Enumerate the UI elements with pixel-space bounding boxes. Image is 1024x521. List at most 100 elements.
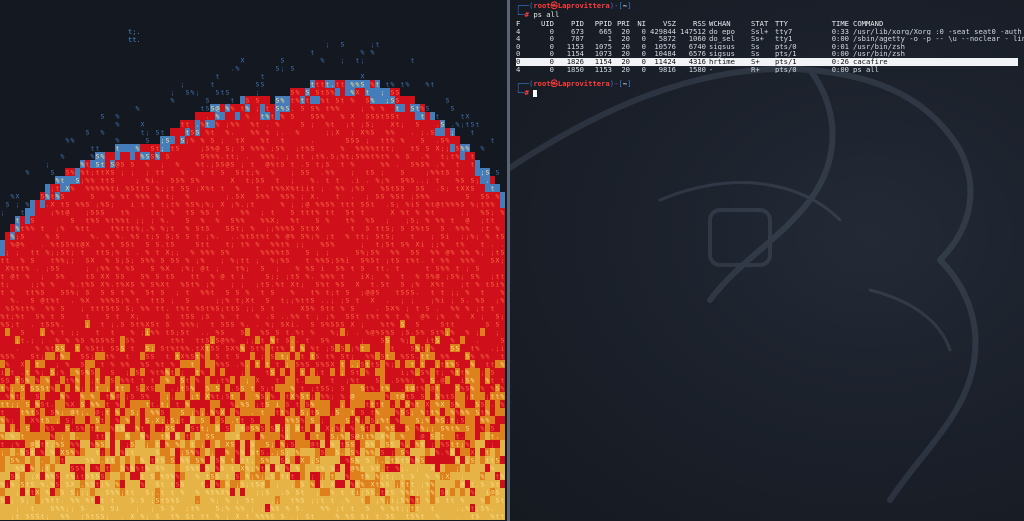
svg-text:;: ; [311, 473, 315, 481]
svg-text:t: t [96, 481, 100, 489]
svg-text:%: % [286, 465, 290, 473]
table-cell: 10484 [646, 50, 676, 58]
svg-text:t: t [1, 401, 5, 409]
svg-text:S: S [131, 409, 135, 417]
svg-text:S: S [66, 425, 70, 433]
svg-text:;: ; [251, 473, 255, 481]
svg-text:.: . [206, 329, 210, 337]
svg-text:;: ; [246, 201, 250, 209]
svg-text:t: t [276, 345, 280, 353]
svg-text:%: % [11, 353, 15, 361]
svg-text:S: S [121, 161, 125, 169]
svg-text:t: t [26, 369, 30, 377]
svg-text:%: % [76, 385, 80, 393]
svg-text:.: . [136, 249, 140, 257]
svg-text:S: S [61, 193, 65, 201]
svg-text:t: t [66, 377, 70, 385]
svg-text:%: % [36, 345, 40, 353]
svg-text:%: % [266, 249, 270, 257]
terminal-pane-right[interactable]: ┌──(root㉿Laprovittera)-[~] └─# ps all FU… [510, 0, 1024, 521]
svg-text:;: ; [211, 201, 215, 209]
svg-text:S: S [226, 393, 230, 401]
svg-text:%: % [261, 153, 265, 161]
svg-text:%: % [16, 225, 20, 233]
svg-text:t: t [236, 225, 240, 233]
svg-text:%: % [241, 505, 245, 513]
svg-text:%: % [111, 393, 115, 401]
table-cell: sigsus [706, 43, 751, 51]
svg-text:S: S [6, 321, 10, 329]
svg-text:S: S [206, 433, 210, 441]
svg-text:%: % [291, 233, 295, 241]
command-line[interactable]: └─# [516, 89, 1018, 98]
svg-text:%: % [291, 217, 295, 225]
pane-divider[interactable] [507, 0, 510, 521]
svg-text:%: % [246, 465, 250, 473]
svg-text:t: t [296, 153, 300, 161]
svg-text:@: @ [221, 337, 225, 345]
svg-text:S: S [156, 233, 160, 241]
table-cell: Ss+ [751, 35, 775, 43]
svg-text:S: S [131, 441, 135, 449]
svg-text:S: S [106, 201, 110, 209]
svg-text:%: % [286, 241, 290, 249]
svg-text:S: S [121, 241, 125, 249]
svg-text:t: t [151, 377, 155, 385]
svg-text:S: S [161, 505, 165, 513]
svg-text:;: ; [311, 497, 315, 505]
svg-text:t: t [271, 185, 275, 193]
svg-text:@: @ [226, 161, 230, 169]
svg-text:.: . [16, 449, 20, 457]
svg-text:%: % [26, 201, 30, 209]
svg-text:t: t [156, 297, 160, 305]
svg-text:%: % [271, 393, 275, 401]
table-cell: 20 [612, 28, 630, 36]
svg-text:S: S [146, 489, 150, 497]
svg-text:%: % [186, 265, 190, 273]
svg-text:.: . [291, 337, 295, 345]
svg-text:S: S [156, 481, 160, 489]
svg-text:%: % [281, 257, 285, 265]
svg-text:%: % [206, 129, 210, 137]
svg-text:t: t [21, 337, 25, 345]
svg-text:@: @ [31, 441, 35, 449]
svg-text:S: S [261, 385, 265, 393]
svg-text:t: t [101, 361, 105, 369]
svg-text:;: ; [231, 241, 235, 249]
svg-text:;: ; [16, 249, 20, 257]
svg-text:%: % [266, 321, 270, 329]
svg-text:t: t [26, 489, 30, 497]
svg-text:t: t [131, 377, 135, 385]
svg-text:%: % [236, 201, 240, 209]
svg-text:;: ; [11, 321, 15, 329]
svg-text:%: % [116, 225, 120, 233]
svg-text:S: S [186, 385, 190, 393]
terminal-pane-left[interactable]: t;. tt. ; t t t t%%% i St t t%% t;% S S; t X;% t S S% S%%… [0, 0, 507, 521]
svg-text:%: % [6, 385, 10, 393]
svg-text:X: X [291, 281, 295, 289]
svg-text:t: t [251, 481, 255, 489]
svg-text:S: S [36, 441, 40, 449]
svg-text:S: S [306, 249, 310, 257]
svg-text:%: % [1, 313, 5, 321]
svg-text:t: t [166, 281, 170, 289]
svg-text:;: ; [91, 385, 95, 393]
svg-text:t: t [161, 401, 165, 409]
svg-text:%: % [281, 145, 285, 153]
svg-text:S: S [176, 257, 180, 265]
svg-text:i: i [146, 329, 150, 337]
svg-text:%: % [51, 241, 55, 249]
svg-text:S: S [111, 289, 115, 297]
svg-text:%: % [291, 193, 295, 201]
table-cell: 147512 [676, 28, 706, 36]
svg-text:;: ; [31, 473, 35, 481]
svg-text:t: t [171, 481, 175, 489]
command-line: └─# ps all [516, 11, 1018, 20]
svg-text:%: % [161, 473, 165, 481]
svg-text:t: t [111, 217, 115, 225]
svg-text:%: % [271, 257, 275, 265]
svg-text:%: % [236, 409, 240, 417]
svg-text:t: t [246, 457, 250, 465]
svg-text:S: S [216, 353, 220, 361]
table-cell: 1153 [584, 66, 612, 74]
